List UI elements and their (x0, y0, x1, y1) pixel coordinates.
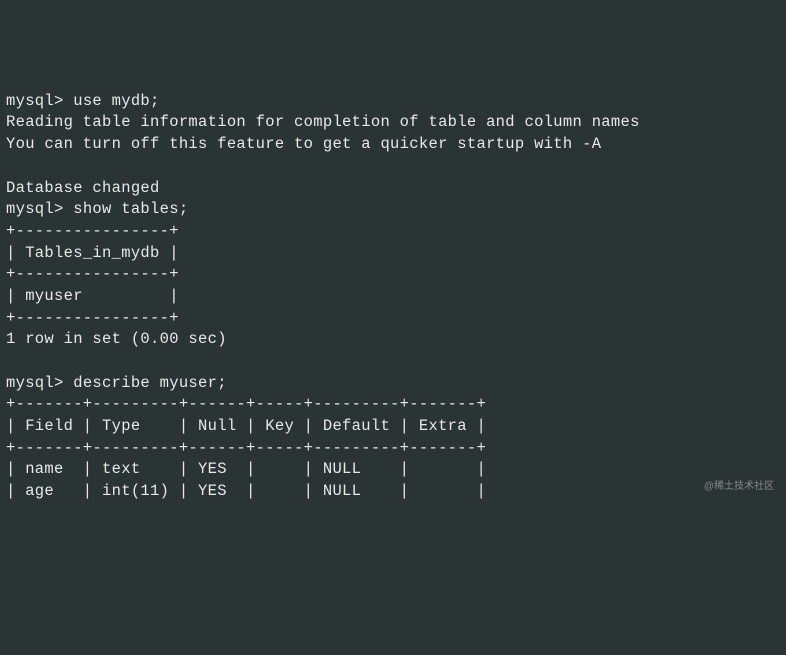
table-border: +-------+---------+------+-----+--------… (6, 395, 486, 413)
table-row: | myuser | (6, 287, 179, 305)
output-msg2: You can turn off this feature to get a q… (6, 135, 601, 153)
table-header: | Field | Type | Null | Key | Default | … (6, 417, 486, 435)
command-describe: describe myuser; (73, 374, 227, 392)
table-border: +----------------+ (6, 309, 179, 327)
table-header: | Tables_in_mydb | (6, 244, 179, 262)
prompt: mysql> (6, 374, 64, 392)
output-db-changed: Database changed (6, 179, 160, 197)
command-use-db: use mydb; (73, 92, 159, 110)
table-row: | name | text | YES | | NULL | | (6, 460, 486, 478)
prompt: mysql> (6, 200, 64, 218)
watermark: @稀土技术社区 (704, 480, 774, 494)
output-msg1: Reading table information for completion… (6, 113, 640, 131)
table-border: +----------------+ (6, 265, 179, 283)
terminal-output: mysql> use mydb; Reading table informati… (6, 91, 780, 503)
prompt: mysql> (6, 92, 64, 110)
table-summary: 1 row in set (0.00 sec) (6, 330, 227, 348)
table-border: +-------+---------+------+-----+--------… (6, 439, 486, 457)
command-show-tables: show tables; (73, 200, 188, 218)
table-row: | age | int(11) | YES | | NULL | | (6, 482, 486, 500)
table-border: +----------------+ (6, 222, 179, 240)
